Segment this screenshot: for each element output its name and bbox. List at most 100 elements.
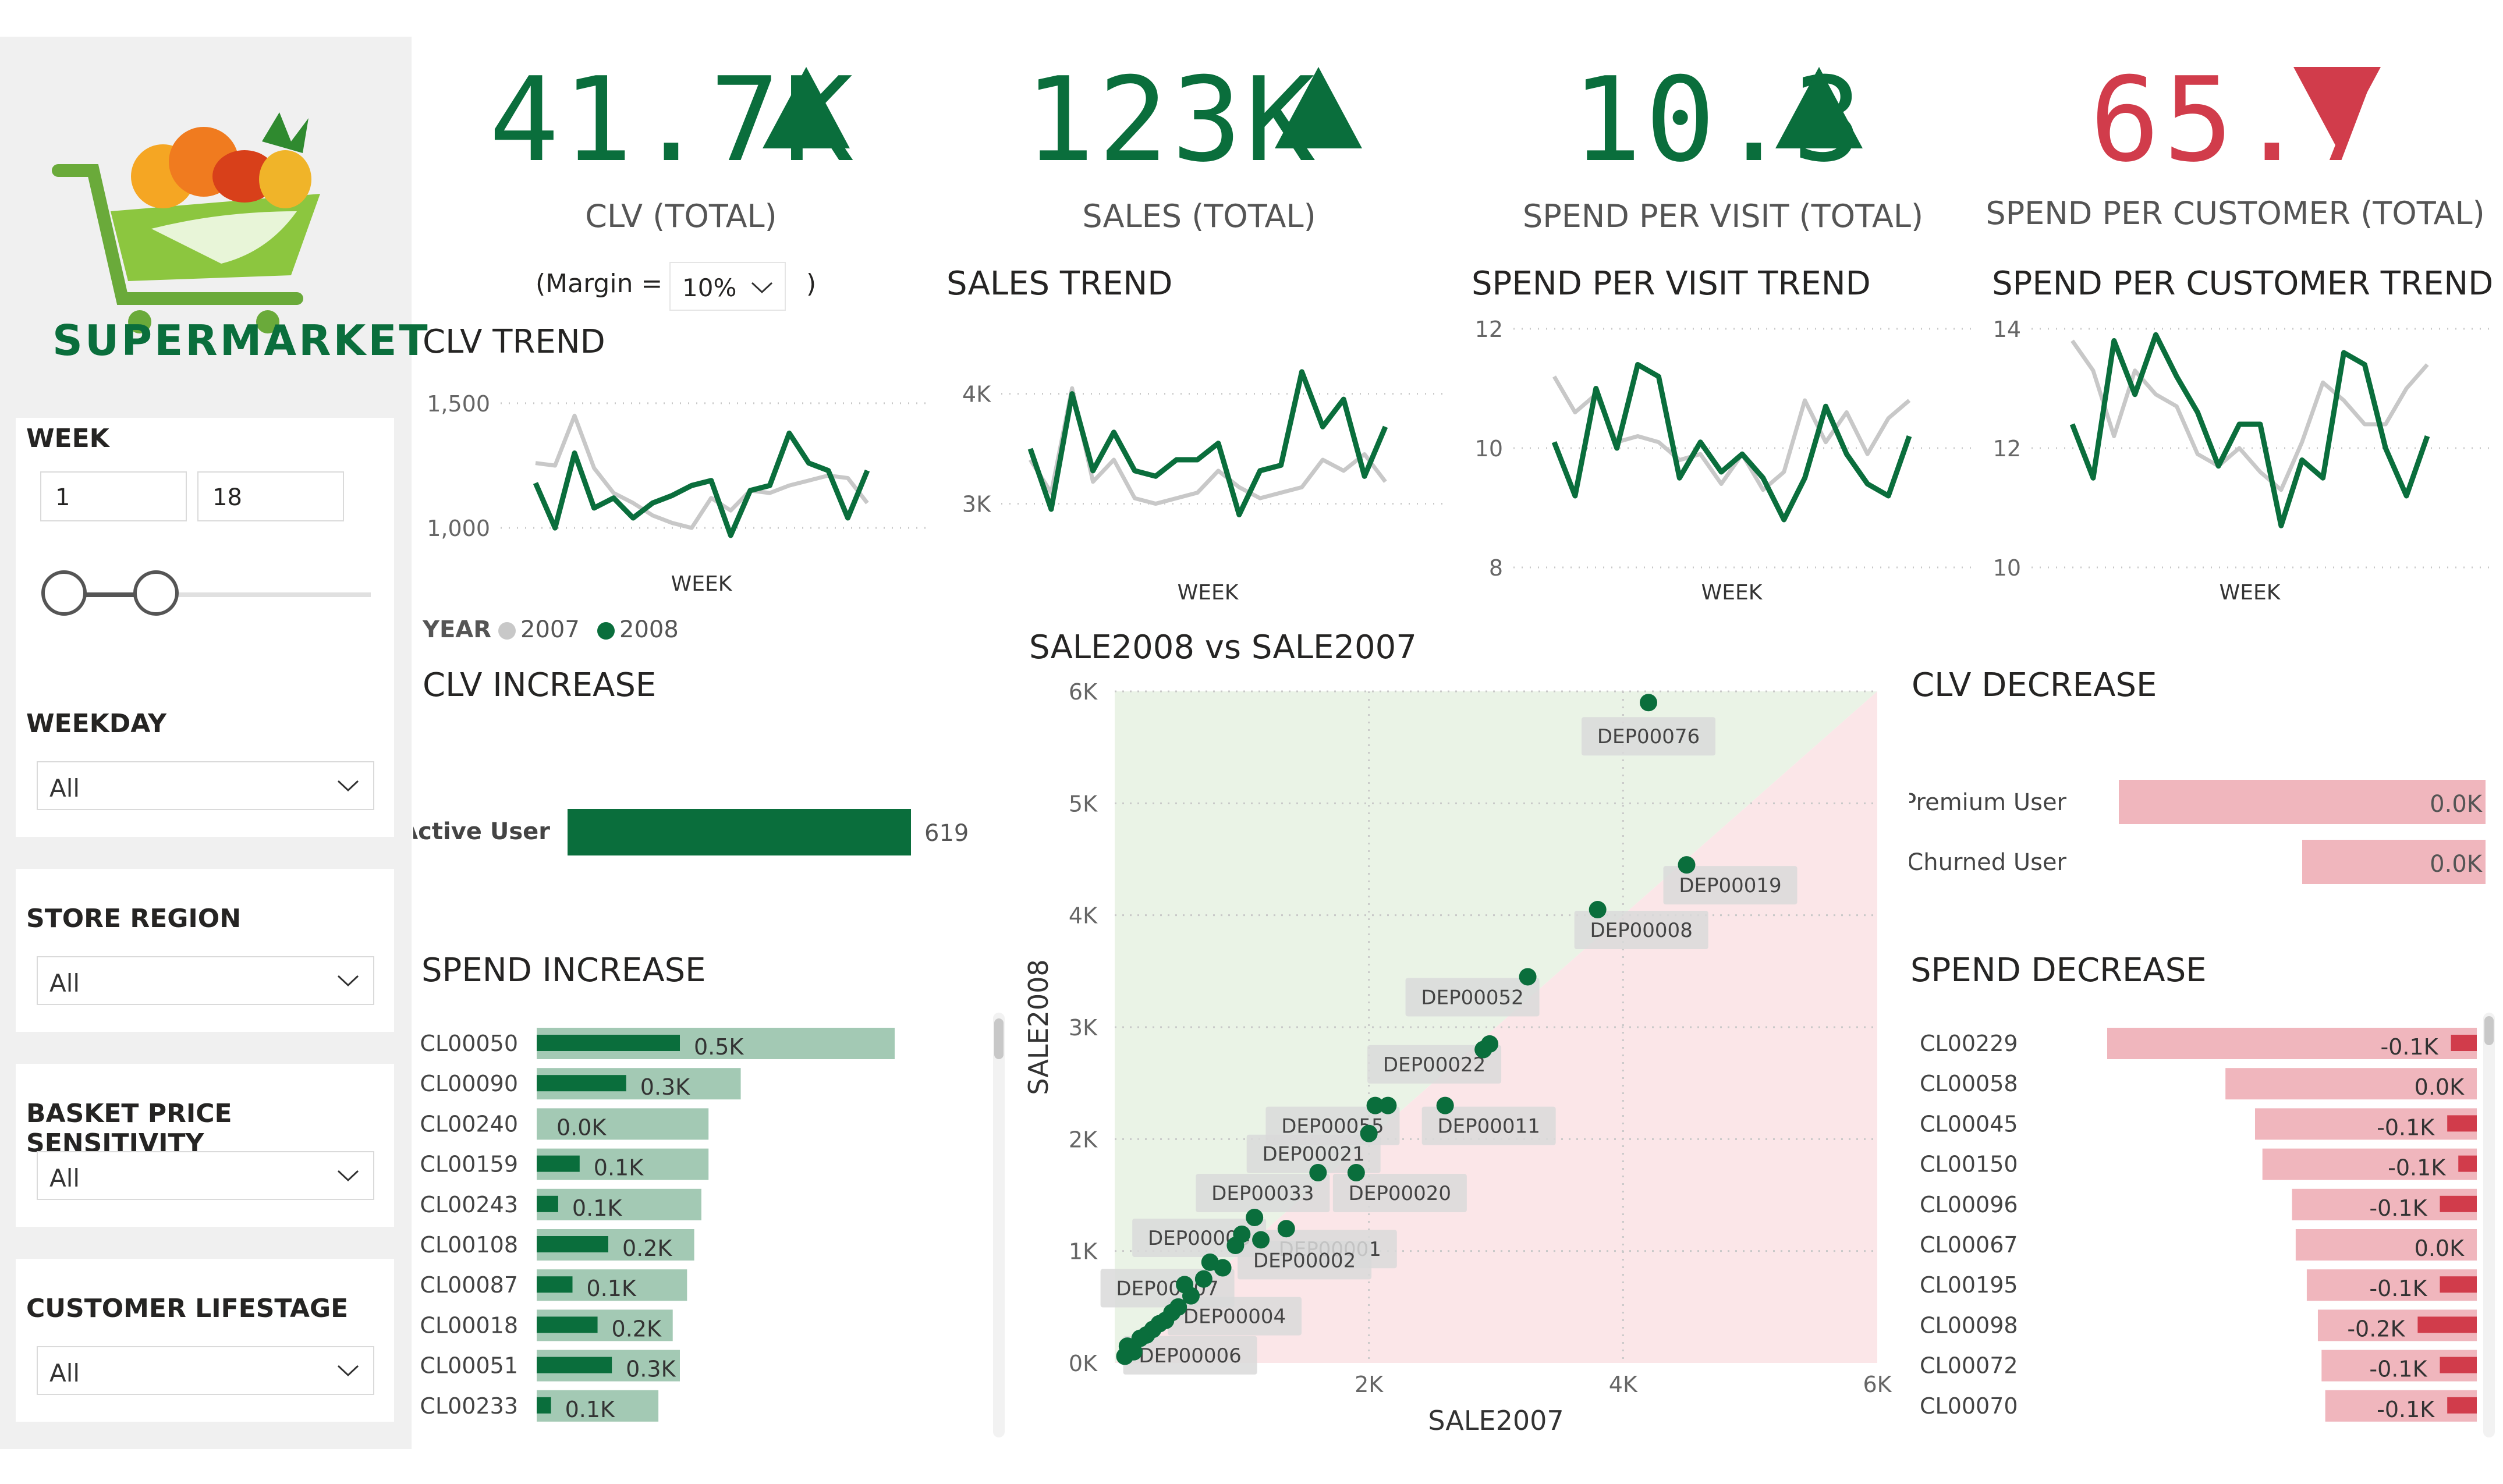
clv-increase-title: CLV INCREASE	[423, 666, 657, 704]
data-label: DEP00052	[1421, 986, 1523, 1009]
bar-category-label: CL00098	[1920, 1312, 2018, 1338]
bar	[2451, 1035, 2477, 1051]
bar	[537, 1397, 551, 1414]
spend-decrease-scrollbar[interactable]	[2483, 1013, 2495, 1437]
customer-lifestage-value: All	[49, 1359, 80, 1387]
bar	[2447, 1397, 2477, 1414]
scatter-point	[1366, 1096, 1384, 1114]
bar-value-label: 0.0K	[2415, 1074, 2465, 1100]
scatter-point	[1233, 1225, 1251, 1243]
x-axis-label: WEEK	[671, 572, 733, 596]
bar-value-label: 0.0K	[2430, 791, 2483, 818]
spv-trend-chart: 8 10 12 WEEK	[1475, 317, 1973, 605]
spend-increase-scrollbar[interactable]	[993, 1013, 1005, 1437]
supermarket-logo	[47, 77, 373, 345]
bar-value-label: 0.0K	[2430, 851, 2483, 878]
weekday-slicer: WEEKDAY All	[16, 674, 394, 837]
bar-category-label: CL00018	[420, 1312, 518, 1338]
margin-dropdown[interactable]: 10%	[669, 262, 786, 311]
spend-increase-chart: CL00050 0.5K CL00090 0.3K CL00240 0.0K CL00159…	[420, 1028, 895, 1422]
margin-prefix: (Margin =	[536, 269, 663, 299]
scatter-point	[1519, 968, 1537, 986]
bar-category-label: CL00051	[420, 1353, 518, 1379]
triangle-up-icon	[1775, 67, 1863, 148]
scatter-point	[1277, 1220, 1295, 1238]
basket-price-sensitivity-slicer: BASKET PRICE SENSITIVITY All	[16, 1064, 394, 1227]
x-axis-label: WEEK	[1178, 581, 1239, 605]
data-label: DEP00006	[1139, 1344, 1241, 1368]
bar-value-label: 0.2K	[612, 1316, 662, 1341]
filter-sidebar: SUPERMARKET WEEK 1 18 WEEKDAY All STORE …	[0, 37, 430, 1449]
bar-value-label: -0.1K	[2377, 1397, 2435, 1422]
scatter-point	[1640, 694, 1657, 712]
bar	[537, 1155, 580, 1172]
scatter-title: SALE2008 vs SALE2007	[1029, 629, 1417, 666]
spv-trend-title: SPEND PER VISIT TREND	[1472, 265, 1871, 303]
bar-category-label: CL00150	[1920, 1152, 2018, 1177]
scatter-point	[1176, 1276, 1194, 1294]
bar	[537, 1195, 558, 1212]
scatter-point	[1678, 856, 1696, 874]
y-tick-label: 12	[1475, 317, 1503, 342]
legend-label-2007: 2007	[520, 616, 580, 643]
bar	[537, 1236, 608, 1252]
data-label: DEP00022	[1383, 1053, 1486, 1077]
y-tick-label: 4K	[962, 382, 991, 407]
clv-trend-chart: 1,000 1,500 WEEK	[427, 391, 926, 596]
store-region-value: All	[49, 969, 80, 997]
week-to-input[interactable]: 18	[197, 471, 344, 521]
customer-lifestage-dropdown[interactable]: All	[37, 1346, 374, 1395]
weekday-dropdown[interactable]: All	[37, 761, 374, 810]
sales-trend-chart: 3K 4K WEEK	[962, 369, 1449, 605]
scroll-thumb[interactable]	[994, 1018, 1004, 1059]
series-line-2007	[1552, 375, 1911, 492]
sale-scatter-chart: 0K 1K 2K 3K 4K 5K 6K 2K 4K 6K SALE2007 SALE2008 DEP0…	[1023, 679, 1892, 1436]
bar-category-label: CL00087	[420, 1272, 518, 1298]
bar	[537, 1316, 598, 1333]
week-slicer: WEEK 1 18	[16, 418, 394, 674]
week-from-value: 1	[55, 484, 70, 511]
bar	[2440, 1357, 2477, 1373]
bar-value-label: -0.1K	[2369, 1195, 2427, 1221]
week-slider-end-handle[interactable]	[133, 570, 179, 616]
x-axis-label: WEEK	[2220, 581, 2281, 605]
triangle-up-icon	[1275, 67, 1362, 148]
bar	[537, 1276, 573, 1293]
brand-name: SUPERMARKET	[52, 316, 430, 365]
bar-value-label: 0.0K	[2415, 1236, 2465, 1261]
week-slider-start-handle[interactable]	[41, 570, 87, 616]
margin-suffix: )	[806, 269, 817, 299]
x-tick-label: 4K	[1609, 1372, 1638, 1397]
cart-icon	[52, 112, 320, 333]
chevron-down-icon	[337, 1365, 359, 1377]
bar-category-label: CL00050	[420, 1031, 518, 1056]
spend-increase-title: SPEND INCREASE	[421, 952, 706, 989]
y-tick-label: 3K	[1069, 1015, 1098, 1041]
week-from-input[interactable]: 1	[40, 471, 187, 521]
clv-trend-title: CLV TREND	[423, 323, 605, 361]
scatter-point	[1360, 1124, 1378, 1142]
bar	[568, 809, 911, 855]
chevron-down-icon	[337, 1170, 359, 1182]
bar-value-label: 0.3K	[626, 1357, 676, 1382]
y-tick-label: 3K	[962, 492, 991, 517]
legend-dot-2008	[597, 622, 615, 640]
bar-category-label: CL00067	[1920, 1232, 2018, 1258]
bar-value-label: 0.1K	[572, 1195, 622, 1221]
bar	[2440, 1276, 2477, 1293]
store-region-dropdown[interactable]: All	[37, 956, 374, 1005]
bar-value-label: -0.1K	[2377, 1114, 2435, 1140]
series-line-2008	[2069, 332, 2430, 528]
bar	[537, 1035, 680, 1051]
scroll-thumb[interactable]	[2484, 1016, 2494, 1045]
bar-category-label: CL00108	[420, 1232, 518, 1258]
customer-lifestage-slicer: CUSTOMER LIFESTAGE All	[16, 1259, 394, 1422]
triangle-up-icon	[763, 67, 850, 148]
basket-price-sensitivity-dropdown[interactable]: All	[37, 1151, 374, 1200]
kpi-sales-label: SALES (TOTAL)	[1082, 198, 1316, 235]
bar-category-label: Churned User	[1909, 849, 2067, 876]
y-tick-label: 8	[1489, 555, 1503, 581]
data-label: DEP00021	[1263, 1143, 1365, 1166]
week-to-value: 18	[212, 484, 242, 511]
bar-value-label: 0.1K	[587, 1276, 637, 1301]
